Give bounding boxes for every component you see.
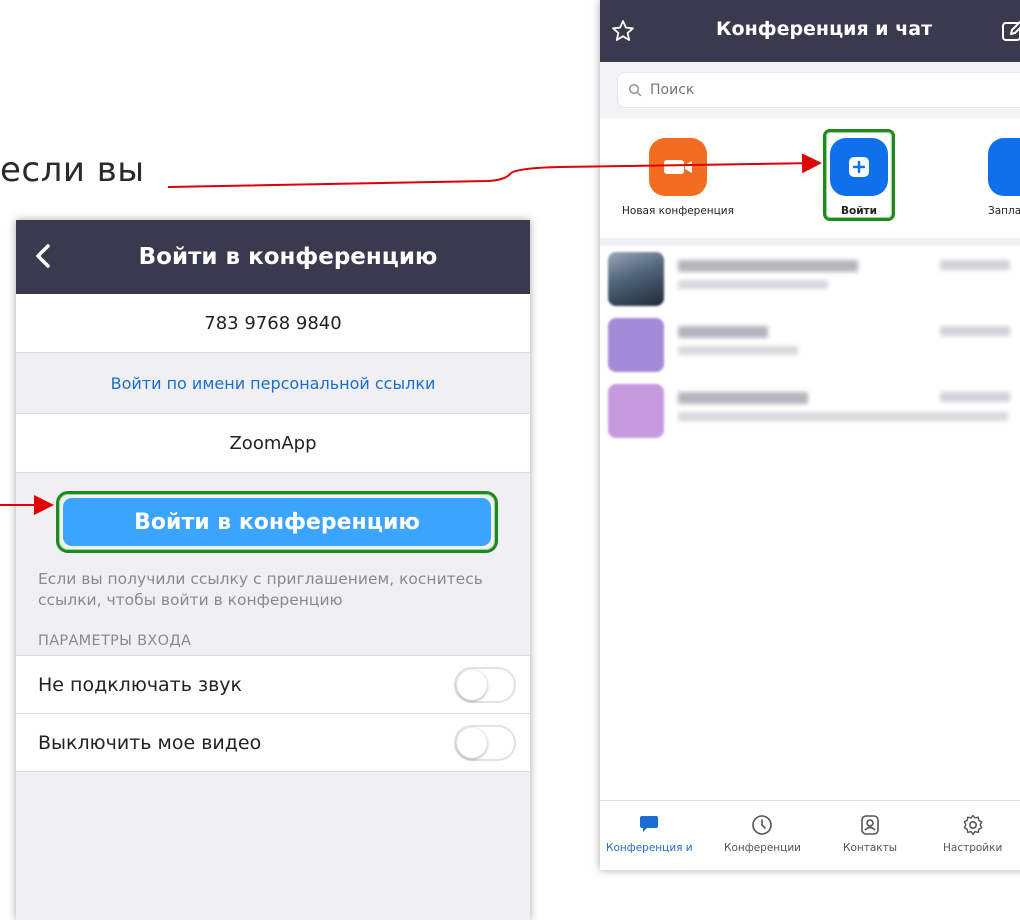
list-item[interactable] — [600, 246, 1020, 312]
home-title: Конференция и чат — [716, 18, 933, 40]
list-item[interactable] — [600, 378, 1020, 444]
personal-link-button[interactable]: Войти по имени персональной ссылки — [16, 353, 530, 413]
avatar — [608, 384, 664, 438]
tab-contacts[interactable]: Контакты — [843, 813, 897, 854]
calendar-icon — [988, 138, 1020, 196]
clock-icon — [752, 815, 773, 835]
avatar — [608, 318, 664, 372]
chat-bubble-icon — [640, 816, 659, 832]
video-camera-icon — [648, 138, 707, 196]
join-button[interactable]: Войти — [830, 138, 888, 217]
join-navbar: Войти в конференцию — [16, 220, 530, 294]
search-icon — [628, 83, 642, 97]
new-meeting-button[interactable]: Новая конференция — [622, 138, 734, 217]
chevron-left-icon — [36, 244, 50, 268]
gear-icon — [963, 814, 982, 835]
action-buttons: Новая конференция Войти Запла — [600, 118, 1020, 246]
mute-audio-toggle[interactable] — [454, 666, 516, 703]
toggle-knob — [457, 669, 487, 700]
contacts-icon — [861, 815, 879, 835]
tab-label: Контакты — [843, 842, 898, 854]
meeting-id-field[interactable]: 783 9768 9840 — [16, 294, 530, 353]
list-item[interactable] — [600, 312, 1020, 378]
display-name-field[interactable]: ZoomApp — [16, 413, 530, 473]
caption-text: если вы — [0, 150, 145, 190]
join-title: Войти в конференцию — [138, 244, 438, 270]
tab-meetings[interactable]: Конференции — [724, 813, 801, 854]
search-area — [600, 62, 1020, 118]
tab-bar: Конференция и Конференции Контакты Настр… — [600, 800, 1020, 870]
join-meeting-button[interactable]: Войти в конференцию — [63, 498, 491, 546]
join-button-highlight: Войти в конференцию — [56, 491, 498, 553]
option-video-off: Выключить мое видео — [16, 713, 530, 772]
tab-label: Конференция и — [606, 842, 693, 854]
back-button[interactable] — [30, 238, 58, 274]
action-label: Войти — [840, 205, 878, 217]
join-hint-text: Если вы получили ссылку с приглашением, … — [38, 570, 483, 609]
video-off-toggle[interactable] — [454, 724, 516, 761]
plus-icon — [830, 138, 888, 196]
tab-meet-chat[interactable]: Конференция и — [606, 813, 693, 854]
toggle-knob — [457, 727, 487, 758]
option-label: Не подключать звук — [38, 673, 243, 696]
schedule-button[interactable]: Запла — [988, 138, 1020, 217]
tab-label: Конференции — [724, 842, 801, 854]
edit-icon[interactable] — [1000, 18, 1020, 44]
search-input[interactable] — [648, 81, 952, 99]
home-screen: Конференция и чат Новая конференция — [600, 0, 1020, 870]
avatar — [608, 252, 664, 306]
option-label: Выключить мое видео — [38, 731, 262, 754]
join-options-header: ПАРАМЕТРЫ ВХОДА — [38, 633, 192, 649]
search-box[interactable] — [617, 72, 1020, 108]
action-label: Новая конференция — [622, 205, 734, 217]
action-label: Запла — [988, 205, 1020, 217]
tab-settings[interactable]: Настройки — [943, 813, 1002, 854]
tab-label: Настройки — [943, 842, 1003, 854]
home-navbar: Конференция и чат — [600, 0, 1020, 62]
option-mute-audio: Не подключать звук — [16, 655, 530, 713]
star-icon[interactable] — [610, 18, 636, 44]
join-meeting-screen: Войти в конференцию 783 9768 9840 Войти … — [16, 220, 530, 920]
